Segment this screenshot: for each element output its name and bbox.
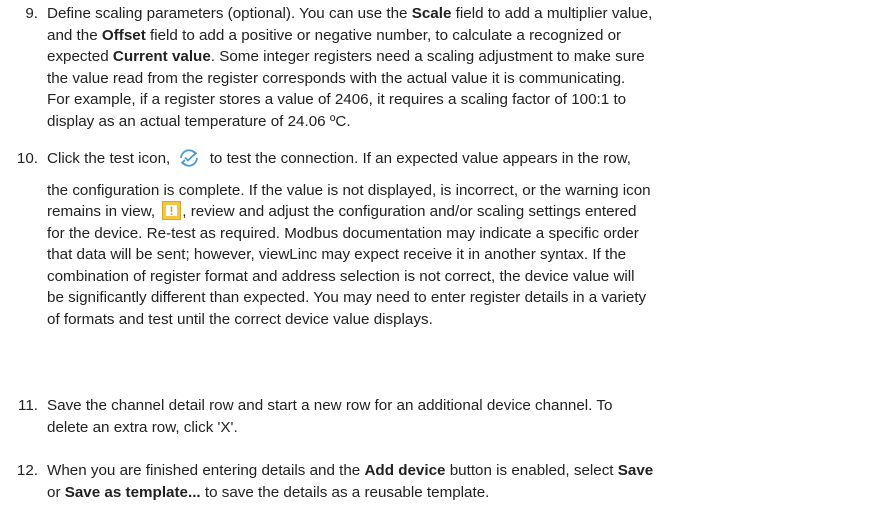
text-run: for the device. Re-test as required. Mod… [47, 224, 639, 242]
text-run: remains in view, [47, 203, 160, 220]
text-line: for the device. Re-test as required. Mod… [47, 223, 857, 245]
text-line: For example, if a register stores a valu… [47, 89, 857, 111]
text-run: and the [47, 26, 102, 44]
text-run: display as an actual temperature of 24.0… [47, 112, 351, 130]
text-line: When you are finished entering details a… [47, 460, 857, 482]
text-run: Save the channel detail row and start a … [47, 397, 613, 414]
text-line: delete an extra row, click 'X'. [47, 417, 857, 439]
step-body: Save the channel detail row and start a … [47, 395, 857, 438]
text-run: combination of register format and addre… [47, 267, 635, 285]
text-run: For example, if a register stores a valu… [47, 91, 627, 108]
text-line: that data will be sent; however, viewLin… [47, 244, 857, 266]
text-run: the configuration is complete. If the va… [47, 181, 651, 199]
text-run: the value read from the register corresp… [47, 69, 626, 87]
text-line: display as an actual temperature of 24.0… [47, 111, 857, 133]
text-run: field to add a positive or negative numb… [145, 26, 622, 44]
text-run: be significantly different than expected… [47, 289, 647, 306]
text-run: , review and adjust the configuration an… [182, 203, 637, 220]
bold-term: Add device [364, 462, 446, 479]
text-line: Define scaling parameters (optional). Yo… [47, 3, 857, 25]
bold-term: Scale [411, 5, 452, 22]
text-run: When you are finished entering details a… [47, 462, 365, 479]
text-line: the value read from the register corresp… [47, 68, 857, 90]
text-run: to test the connection. If an expected v… [205, 150, 631, 167]
text-run: field to add a multiplier value, [451, 5, 653, 22]
bold-term: Save as template... [64, 483, 201, 501]
text-line: or Save as template... to save the detai… [47, 482, 857, 504]
step-body: Click the test icon, to test the connect… [47, 148, 857, 330]
text-line: Save the channel detail row and start a … [47, 395, 857, 417]
text-run: . Some integer registers need a scaling … [210, 48, 645, 65]
warning-icon: ! [162, 201, 182, 220]
text-line: combination of register format and addre… [47, 266, 857, 288]
bold-term: Offset [101, 26, 146, 44]
instruction-document: 9. Define scaling parameters (optional).… [0, 0, 869, 513]
test-icon [177, 148, 201, 168]
text-run: Define scaling parameters (optional). Yo… [47, 5, 412, 22]
text-line: of formats and test until the correct de… [47, 309, 857, 331]
text-run: to save the details as a reusable templa… [200, 483, 490, 501]
text-line: expected Current value. Some integer reg… [47, 46, 857, 68]
text-run: or [47, 483, 65, 501]
text-run: delete an extra row, click 'X'. [47, 418, 238, 436]
text-line: the configuration is complete. If the va… [47, 180, 857, 202]
step-number: 11. [18, 397, 38, 414]
step-body: Define scaling parameters (optional). Yo… [47, 3, 857, 132]
step-body: When you are finished entering details a… [47, 460, 857, 503]
text-run: Click the test icon, [47, 150, 175, 167]
bold-term: Current value [112, 48, 211, 65]
text-run: button is enabled, select [445, 462, 618, 479]
bold-term: Save [617, 462, 654, 479]
svg-text:!: ! [170, 204, 174, 218]
text-line: remains in view, ! , review and adjust th… [47, 201, 857, 223]
step-number: 9. [25, 5, 38, 22]
step-number: 10. [16, 150, 38, 167]
text-run: of formats and test until the correct de… [47, 310, 433, 328]
step-number: 12. [16, 462, 38, 479]
text-line: Click the test icon, to test the connect… [47, 148, 857, 170]
text-run: that data will be sent; however, viewLin… [47, 246, 627, 263]
text-run: expected [47, 48, 113, 65]
text-line: be significantly different than expected… [47, 287, 857, 309]
text-line: and the Offset field to add a positive o… [47, 25, 857, 47]
